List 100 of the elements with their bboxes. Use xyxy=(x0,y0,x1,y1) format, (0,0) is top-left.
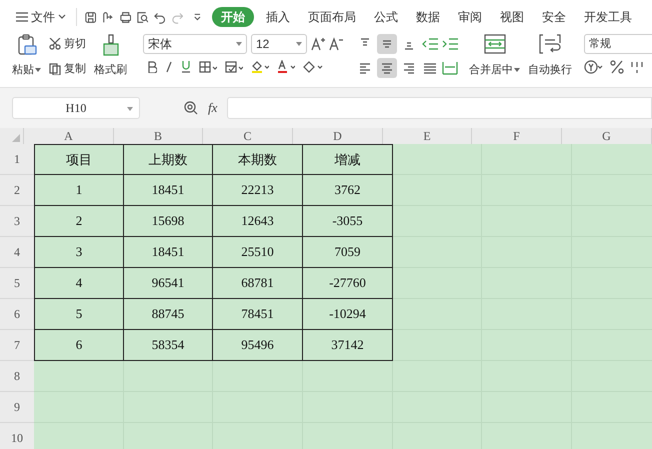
increase-indent-icon[interactable] xyxy=(441,37,459,51)
paste-button[interactable]: 粘贴 xyxy=(12,34,41,78)
row-header[interactable]: 2 xyxy=(0,175,34,206)
increase-font-icon[interactable] xyxy=(311,37,325,51)
table-cell: 88745 xyxy=(124,299,213,330)
column-header[interactable]: C xyxy=(203,128,293,144)
fill-color-icon[interactable] xyxy=(251,60,269,73)
align-center-icon xyxy=(380,61,394,75)
copy-button[interactable]: 复制 xyxy=(49,60,86,77)
table-cell: 12643 xyxy=(213,206,303,237)
border-icon[interactable] xyxy=(199,60,217,72)
table-cell: 6 xyxy=(34,330,124,361)
cell-style-icon[interactable] xyxy=(225,60,243,72)
row-header[interactable]: 8 xyxy=(0,361,34,392)
ribbon-tab[interactable]: 审阅 xyxy=(452,7,488,27)
number-format-field[interactable]: 常规 xyxy=(584,34,652,54)
copy-icon[interactable] xyxy=(49,62,61,75)
save-icon[interactable] xyxy=(84,10,96,24)
column-header[interactable]: F xyxy=(472,128,562,144)
caret-icon[interactable] xyxy=(127,107,133,111)
ribbon-tab[interactable]: 安全 xyxy=(536,7,572,27)
ribbon-tab[interactable]: 数据 xyxy=(410,7,446,27)
horizontal-align-button[interactable] xyxy=(377,58,397,78)
table-cell: 4 xyxy=(34,268,124,299)
table-cell: 18451 xyxy=(124,237,213,268)
table-cell: -10294 xyxy=(303,299,393,330)
distribute-icon[interactable] xyxy=(441,61,459,75)
table-cell: -3055 xyxy=(303,206,393,237)
vertical-align-button[interactable] xyxy=(377,34,397,54)
wrap-text-icon[interactable] xyxy=(539,34,561,54)
align-left-icon xyxy=(358,61,372,75)
ribbon-tab[interactable]: 开发工具 xyxy=(578,7,638,27)
justify-icon[interactable] xyxy=(421,61,439,75)
table-cell: 22213 xyxy=(213,175,303,206)
table-cell: 78451 xyxy=(213,299,303,330)
wrap-text-button[interactable]: 自动换行 xyxy=(528,34,572,78)
caret-icon[interactable] xyxy=(514,68,520,72)
table-cell: 本期数 xyxy=(213,144,303,175)
format-painter-button[interactable]: 格式刷 xyxy=(94,34,127,78)
file-menu[interactable]: 文件 xyxy=(14,8,68,26)
column-header[interactable]: E xyxy=(383,128,472,144)
bold-icon[interactable] xyxy=(147,60,157,72)
row-header[interactable]: 5 xyxy=(0,268,34,299)
print-icon[interactable] xyxy=(120,10,132,24)
decrease-font-icon[interactable] xyxy=(329,37,343,51)
chevron-icon[interactable] xyxy=(58,14,66,20)
clipboard-icon[interactable] xyxy=(16,34,36,56)
percent-icon[interactable] xyxy=(610,60,624,74)
table-cell: 58354 xyxy=(124,330,213,361)
table-cell: 25510 xyxy=(213,237,303,268)
merge-center-button[interactable]: 合并居中 xyxy=(469,34,520,78)
ribbon-tab[interactable]: 视图 xyxy=(494,7,530,27)
merge-cells-icon[interactable] xyxy=(484,34,506,54)
ribbon-tab[interactable]: 页面布局 xyxy=(302,7,362,27)
table-cell: 1 xyxy=(34,175,124,206)
font-name-field[interactable]: 宋体 xyxy=(143,34,247,54)
ribbon-tab[interactable]: 公式 xyxy=(368,7,404,27)
dropdown-icon[interactable] xyxy=(193,12,202,22)
table-cell: 2 xyxy=(34,206,124,237)
row-header[interactable]: 1 xyxy=(0,144,34,175)
column-header[interactable]: D xyxy=(293,128,383,144)
export-icon[interactable] xyxy=(102,10,114,24)
brush-icon[interactable] xyxy=(102,34,120,56)
italic-icon[interactable] xyxy=(165,60,173,72)
table-cell: 上期数 xyxy=(124,144,213,175)
thousands-icon[interactable] xyxy=(630,60,644,74)
name-box[interactable]: H10 xyxy=(12,97,140,119)
cut-button[interactable]: 剪切 xyxy=(49,36,86,52)
table-cell: 7059 xyxy=(303,237,393,268)
table-cell: 项目 xyxy=(34,144,124,175)
formula-field[interactable] xyxy=(227,97,652,119)
column-header[interactable]: A xyxy=(24,128,114,144)
function-label[interactable]: fx xyxy=(208,98,218,118)
undo-icon[interactable] xyxy=(154,10,166,24)
currency-icon[interactable] xyxy=(584,60,604,74)
underline-icon[interactable] xyxy=(181,60,191,73)
table-cell: -27760 xyxy=(303,268,393,299)
column-header[interactable]: B xyxy=(114,128,203,144)
caret-icon[interactable] xyxy=(236,42,242,46)
ribbon-tab[interactable]: 插入 xyxy=(260,7,296,27)
eraser-icon[interactable] xyxy=(303,60,323,73)
row-header[interactable]: 7 xyxy=(0,330,34,361)
row-header[interactable]: 9 xyxy=(0,392,34,423)
font-size-field[interactable]: 12 xyxy=(251,34,307,54)
decrease-indent-icon[interactable] xyxy=(421,37,439,51)
caret-icon[interactable] xyxy=(296,42,302,46)
row-header[interactable]: 4 xyxy=(0,237,34,268)
caret-icon[interactable] xyxy=(35,68,41,72)
zoom-icon[interactable] xyxy=(184,101,198,115)
print-preview-icon[interactable] xyxy=(137,10,148,24)
menu-icon[interactable] xyxy=(16,12,28,22)
column-header[interactable]: G xyxy=(562,128,652,144)
table-cell: 3 xyxy=(34,237,124,268)
table-cell: 95496 xyxy=(213,330,303,361)
font-color-icon[interactable] xyxy=(277,60,295,73)
row-header[interactable]: 10 xyxy=(0,423,34,449)
row-header[interactable]: 6 xyxy=(0,299,34,330)
table-cell: 18451 xyxy=(124,175,213,206)
scissors-icon[interactable] xyxy=(49,38,61,50)
row-header[interactable]: 3 xyxy=(0,206,34,237)
